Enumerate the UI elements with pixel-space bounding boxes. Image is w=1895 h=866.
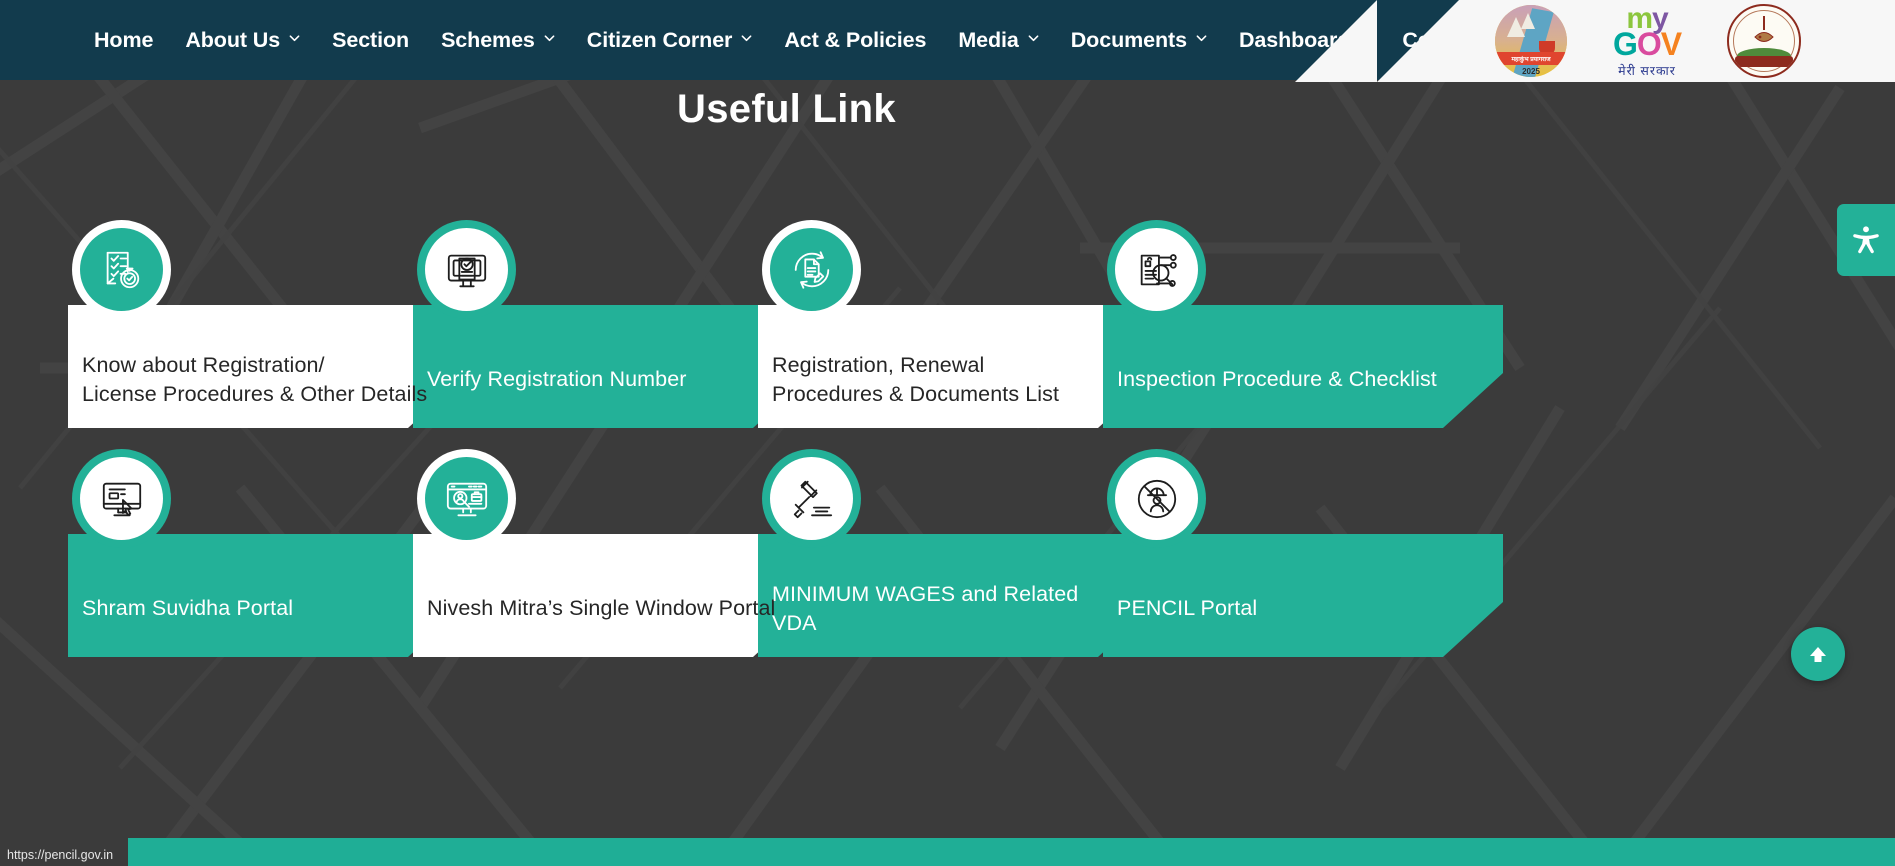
card-label: MINIMUM WAGES and Related VDA bbox=[772, 581, 1079, 635]
card-icon-badge bbox=[1115, 457, 1198, 540]
nav-item-home[interactable]: Home bbox=[78, 0, 169, 80]
accessibility-widget-button[interactable] bbox=[1837, 204, 1895, 276]
kumbh-title-band: महाकुंभ प्रयागराज bbox=[1495, 52, 1567, 65]
card-icon-badge bbox=[425, 228, 508, 311]
gavel-icon bbox=[789, 476, 835, 522]
card-body: PENCIL Portal bbox=[1103, 534, 1503, 657]
nav-item-label: Documents bbox=[1070, 27, 1187, 52]
useful-link-card[interactable]: Know about Registration/ License Procedu… bbox=[68, 228, 468, 428]
useful-links-grid: Know about Registration/ License Procedu… bbox=[68, 228, 1568, 657]
document-magnifier-network-icon bbox=[1134, 247, 1180, 293]
nav-item-label: Citizen Corner bbox=[586, 27, 733, 52]
checklist-stopwatch-icon bbox=[99, 247, 145, 293]
card-body: Nivesh Mitra’s Single Window Portal bbox=[413, 534, 813, 657]
footer-accent-strip bbox=[128, 838, 1895, 866]
arrow-up-icon bbox=[1810, 647, 1826, 662]
useful-link-card[interactable]: Nivesh Mitra’s Single Window Portal bbox=[413, 457, 813, 657]
kumbh-temple-2 bbox=[1521, 13, 1535, 29]
chevron-down-icon bbox=[1359, 33, 1370, 44]
mahakumbh-logo[interactable]: महाकुंभ प्रयागराज 2025 bbox=[1495, 5, 1567, 77]
useful-link-card[interactable]: Shram Suvidha Portal bbox=[68, 457, 468, 657]
kumbh-title: महाकुंभ प्रयागराज bbox=[1511, 56, 1551, 63]
useful-link-card[interactable]: Inspection Procedure & Checklist bbox=[1103, 228, 1503, 428]
nav-item-section[interactable]: Section bbox=[316, 0, 425, 80]
nav-item-dashboard[interactable]: Dashboard bbox=[1223, 0, 1386, 80]
up-government-emblem[interactable] bbox=[1727, 4, 1801, 78]
card-body: MINIMUM WAGES and Related VDA bbox=[758, 534, 1158, 657]
card-label: Nivesh Mitra’s Single Window Portal bbox=[427, 596, 776, 620]
emblem-fish-icon bbox=[1754, 32, 1774, 42]
chevron-down-icon bbox=[289, 33, 300, 44]
mygov-gov-text: GOV bbox=[1593, 28, 1701, 60]
useful-link-card[interactable]: PENCIL Portal bbox=[1103, 457, 1503, 657]
nav-item-act-policies[interactable]: Act & Policies bbox=[768, 0, 942, 80]
card-body: Verify Registration Number bbox=[413, 305, 813, 428]
emblem-scroll-band bbox=[1735, 56, 1793, 67]
nav-item-media[interactable]: Media bbox=[942, 0, 1054, 80]
main-menu: Home About Us Section Schemes Citizen Corner… bbox=[0, 0, 1535, 80]
card-icon-badge bbox=[80, 228, 163, 311]
useful-link-card[interactable]: Registration, Renewal Procedures & Docum… bbox=[758, 228, 1158, 428]
card-icon-badge bbox=[80, 457, 163, 540]
nav-item-label: Section bbox=[332, 27, 410, 52]
chevron-down-icon bbox=[1028, 33, 1039, 44]
nav-item-label: Media bbox=[958, 27, 1019, 52]
mygov-tagline: मेरी सरकार bbox=[1618, 64, 1676, 79]
mygov-letter-g: G bbox=[1612, 26, 1638, 63]
monitor-cursor-icon bbox=[99, 476, 145, 522]
nav-item-citizen-corner[interactable]: Citizen Corner bbox=[571, 0, 769, 80]
page-content: Useful Link Know about Registration/ Lic… bbox=[0, 68, 1895, 866]
nav-item-schemes[interactable]: Schemes bbox=[425, 0, 571, 80]
page-title: Useful Link bbox=[677, 87, 896, 131]
card-label: Know about Registration/ License Procedu… bbox=[82, 352, 428, 406]
card-icon-badge bbox=[770, 457, 853, 540]
card-body: Inspection Procedure & Checklist bbox=[1103, 305, 1503, 428]
chevron-down-icon bbox=[1196, 33, 1207, 44]
nav-item-label: Dashboard bbox=[1238, 27, 1351, 52]
useful-link-card[interactable]: Verify Registration Number bbox=[413, 228, 813, 428]
chevron-down-icon bbox=[741, 33, 752, 44]
nav-item-label: Home bbox=[94, 27, 154, 52]
nav-item-label: Act & Policies bbox=[784, 27, 927, 52]
card-body: Registration, Renewal Procedures & Docum… bbox=[758, 305, 1158, 428]
useful-link-card[interactable]: MINIMUM WAGES and Related VDA bbox=[758, 457, 1158, 657]
card-body: Know about Registration/ License Procedu… bbox=[68, 305, 468, 428]
card-row-2: Shram Suvidha Portal Nivesh Mitra’s Sing… bbox=[68, 457, 1568, 657]
nav-item-label: About Us bbox=[185, 27, 281, 52]
browser-status-bar: https://pencil.gov.in bbox=[0, 845, 121, 866]
card-icon-badge bbox=[770, 228, 853, 311]
mygov-letter-v: V bbox=[1660, 26, 1682, 63]
card-icon-badge bbox=[425, 457, 508, 540]
mygov-letter-o: O bbox=[1636, 26, 1662, 63]
chevron-down-icon bbox=[544, 33, 555, 44]
scroll-to-top-button[interactable] bbox=[1791, 627, 1845, 681]
child-labour-prohibition-icon bbox=[1134, 476, 1180, 522]
nav-item-about-us[interactable]: About Us bbox=[169, 0, 316, 80]
nav-item-label: Schemes bbox=[441, 27, 535, 52]
header-logo-panel: महाकुंभ प्रयागराज 2025 my GOV मेरी सरकार bbox=[1377, 0, 1895, 82]
card-label: Inspection Procedure & Checklist bbox=[1117, 367, 1437, 391]
document-renewal-pencil-icon bbox=[789, 247, 835, 293]
nav-item-documents[interactable]: Documents bbox=[1055, 0, 1223, 80]
monitor-verified-document-icon bbox=[444, 247, 490, 293]
accessibility-icon bbox=[1853, 226, 1879, 254]
monitor-search-profile-icon bbox=[444, 476, 490, 522]
mygov-logo[interactable]: my GOV मेरी सरकार bbox=[1593, 4, 1701, 78]
card-icon-badge bbox=[1115, 228, 1198, 311]
card-label: Verify Registration Number bbox=[427, 367, 687, 391]
kumbh-year: 2025 bbox=[1522, 67, 1540, 76]
card-row-1: Know about Registration/ License Procedu… bbox=[68, 228, 1568, 428]
card-label: Registration, Renewal Procedures & Docum… bbox=[772, 352, 1060, 406]
card-label: Shram Suvidha Portal bbox=[82, 596, 294, 620]
card-body: Shram Suvidha Portal bbox=[68, 534, 468, 657]
card-label: PENCIL Portal bbox=[1117, 596, 1258, 620]
